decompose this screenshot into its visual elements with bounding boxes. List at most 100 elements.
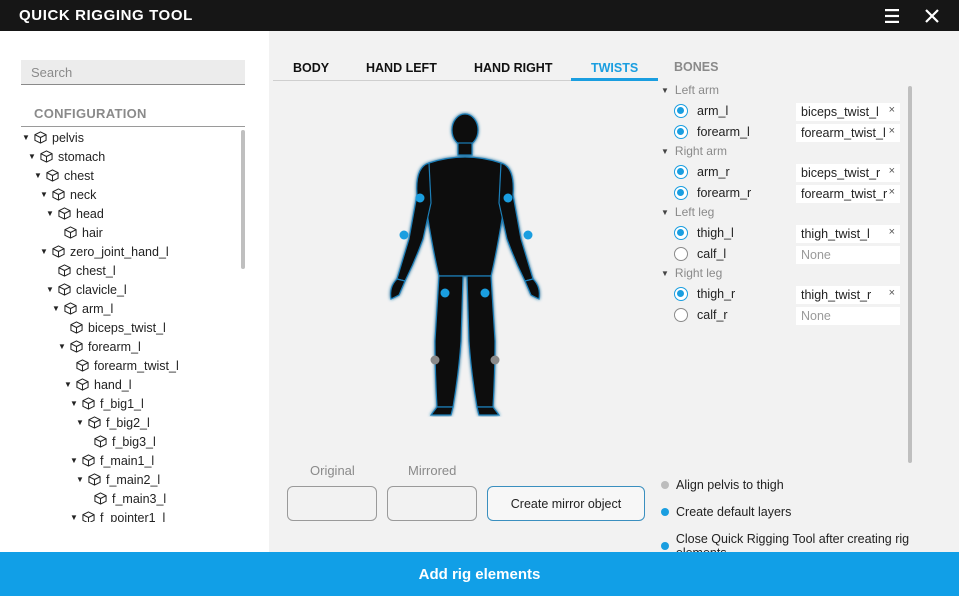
collapse-caret-icon[interactable]: ▼ <box>661 269 669 278</box>
twist-group-label[interactable]: ▼ Right arm <box>661 144 727 158</box>
search-input[interactable] <box>21 60 245 85</box>
expand-arrow-icon[interactable]: ▼ <box>52 304 62 313</box>
tree-node[interactable]: ▼ f_pointer1_l <box>70 508 165 522</box>
clear-field-icon[interactable]: × <box>889 104 895 116</box>
tree-node[interactable]: ▼ chest <box>34 166 94 185</box>
tree-node[interactable]: hair <box>52 223 103 242</box>
twist-radio[interactable] <box>674 226 688 240</box>
tree-node[interactable]: ▼ zero_joint_hand_l <box>40 242 169 261</box>
expand-arrow-icon[interactable]: ▼ <box>76 418 86 427</box>
tree-node[interactable]: ▼ f_main2_l <box>76 470 160 489</box>
twist-bone-row[interactable]: arm_l <box>674 102 728 120</box>
title-bar: QUICK RIGGING TOOL <box>0 0 959 31</box>
twist-bone-row[interactable]: thigh_r <box>674 285 735 303</box>
tree-node[interactable]: ▼ f_big2_l <box>76 413 150 432</box>
twist-bone-field[interactable]: None <box>796 307 900 325</box>
tree-node-label: hair <box>82 225 103 240</box>
tree-node[interactable]: ▼ clavicle_l <box>46 280 127 299</box>
original-slot[interactable] <box>287 486 377 521</box>
tree-node[interactable]: f_main3_l <box>82 489 166 508</box>
expand-arrow-icon[interactable]: ▼ <box>22 133 32 142</box>
tree-node[interactable]: ▼ forearm_l <box>58 337 141 356</box>
expand-arrow-icon[interactable]: ▼ <box>28 152 38 161</box>
twist-radio[interactable] <box>674 287 688 301</box>
twist-group-label[interactable]: ▼ Left arm <box>661 83 719 97</box>
expand-arrow-icon[interactable]: ▼ <box>34 171 44 180</box>
tree-node[interactable]: f_big3_l <box>82 432 156 451</box>
tree-node[interactable]: ▼ arm_l <box>52 299 113 318</box>
twist-radio[interactable] <box>674 125 688 139</box>
twist-radio[interactable] <box>674 247 688 261</box>
clear-field-icon[interactable]: × <box>889 287 895 299</box>
tree-node[interactable]: ▼ f_big1_l <box>70 394 144 413</box>
twist-bone-field[interactable]: None <box>796 246 900 264</box>
twist-bone-field[interactable]: biceps_twist_r × <box>796 164 900 182</box>
expand-arrow-icon[interactable]: ▼ <box>40 247 50 256</box>
hamburger-icon[interactable] <box>882 6 902 26</box>
expand-arrow-icon[interactable]: ▼ <box>46 209 56 218</box>
twist-bone-field[interactable]: thigh_twist_r × <box>796 286 900 304</box>
tree-node-label: stomach <box>58 149 106 164</box>
tree-node[interactable]: ▼ pelvis <box>22 128 84 147</box>
tab-hand-right[interactable]: HAND RIGHT <box>474 61 552 75</box>
twist-bone-row[interactable]: calf_l <box>674 245 726 263</box>
cube-icon <box>34 131 47 144</box>
collapse-caret-icon[interactable]: ▼ <box>661 86 669 95</box>
twist-bone-field[interactable]: biceps_twist_l × <box>796 103 900 121</box>
tree-node[interactable]: ▼ f_main1_l <box>70 451 154 470</box>
tree-node[interactable]: ▼ neck <box>40 185 96 204</box>
expand-arrow-icon[interactable]: ▼ <box>70 399 80 408</box>
expand-arrow-icon[interactable]: ▼ <box>58 342 68 351</box>
twist-radio[interactable] <box>674 308 688 322</box>
mirrored-slot[interactable] <box>387 486 477 521</box>
twist-bone-row[interactable]: arm_r <box>674 163 730 181</box>
option-toggle[interactable]: Align pelvis to thigh <box>661 478 784 492</box>
twist-group-title: Left leg <box>674 205 715 219</box>
twist-bone-field[interactable]: forearm_twist_r × <box>796 185 900 203</box>
twist-radio[interactable] <box>674 104 688 118</box>
collapse-caret-icon[interactable]: ▼ <box>661 208 669 217</box>
twist-radio[interactable] <box>674 165 688 179</box>
tree-node[interactable]: biceps_twist_l <box>58 318 166 337</box>
twist-bone-row[interactable]: forearm_r <box>674 184 751 202</box>
option-toggle[interactable]: Create default layers <box>661 505 791 519</box>
expand-arrow-icon[interactable]: ▼ <box>76 475 86 484</box>
tree-node-label: neck <box>70 187 97 202</box>
clear-field-icon[interactable]: × <box>889 186 895 198</box>
twist-group-label[interactable]: ▼ Left leg <box>661 205 714 219</box>
twist-bone-row[interactable]: forearm_l <box>674 123 750 141</box>
tree-scrollbar[interactable] <box>241 130 245 269</box>
create-mirror-button[interactable]: Create mirror object <box>487 486 645 521</box>
twist-bone-row[interactable]: calf_r <box>674 306 728 324</box>
add-rig-elements-button[interactable]: Add rig elements <box>0 552 959 596</box>
twist-bone-field[interactable]: thigh_twist_l × <box>796 225 900 243</box>
twist-bone-row[interactable]: thigh_l <box>674 224 734 242</box>
cube-icon <box>82 454 95 467</box>
tree-node[interactable]: ▼ stomach <box>28 147 105 166</box>
tab-hand-left[interactable]: HAND LEFT <box>366 61 437 75</box>
expand-arrow-icon[interactable]: ▼ <box>64 380 74 389</box>
tree-node-label: f_big1_l <box>100 396 144 411</box>
twist-group-label[interactable]: ▼ Right leg <box>661 266 722 280</box>
tab-body[interactable]: BODY <box>293 61 329 75</box>
expand-arrow-icon[interactable]: ▼ <box>70 456 80 465</box>
tree-node[interactable]: chest_l <box>46 261 116 280</box>
tab-twists[interactable]: TWISTS <box>591 61 638 75</box>
cube-icon <box>70 321 83 334</box>
tree-node[interactable]: ▼ head <box>46 204 104 223</box>
close-icon[interactable] <box>922 6 942 26</box>
twists-scrollbar[interactable] <box>908 86 912 463</box>
tree-node[interactable]: ▼ hand_l <box>64 375 132 394</box>
collapse-caret-icon[interactable]: ▼ <box>661 147 669 156</box>
clear-field-icon[interactable]: × <box>889 125 895 137</box>
clear-field-icon[interactable]: × <box>889 226 895 238</box>
twist-radio[interactable] <box>674 186 688 200</box>
twist-bone-field[interactable]: forearm_twist_l × <box>796 124 900 142</box>
expand-arrow-icon[interactable]: ▼ <box>40 190 50 199</box>
expand-arrow-icon[interactable]: ▼ <box>46 285 56 294</box>
tree-node[interactable]: forearm_twist_l <box>64 356 179 375</box>
clear-field-icon[interactable]: × <box>889 165 895 177</box>
tab-bones[interactable]: BONES <box>674 60 718 74</box>
expand-arrow-icon[interactable]: ▼ <box>70 513 80 522</box>
twist-bone-value: thigh_twist_r <box>801 288 872 302</box>
